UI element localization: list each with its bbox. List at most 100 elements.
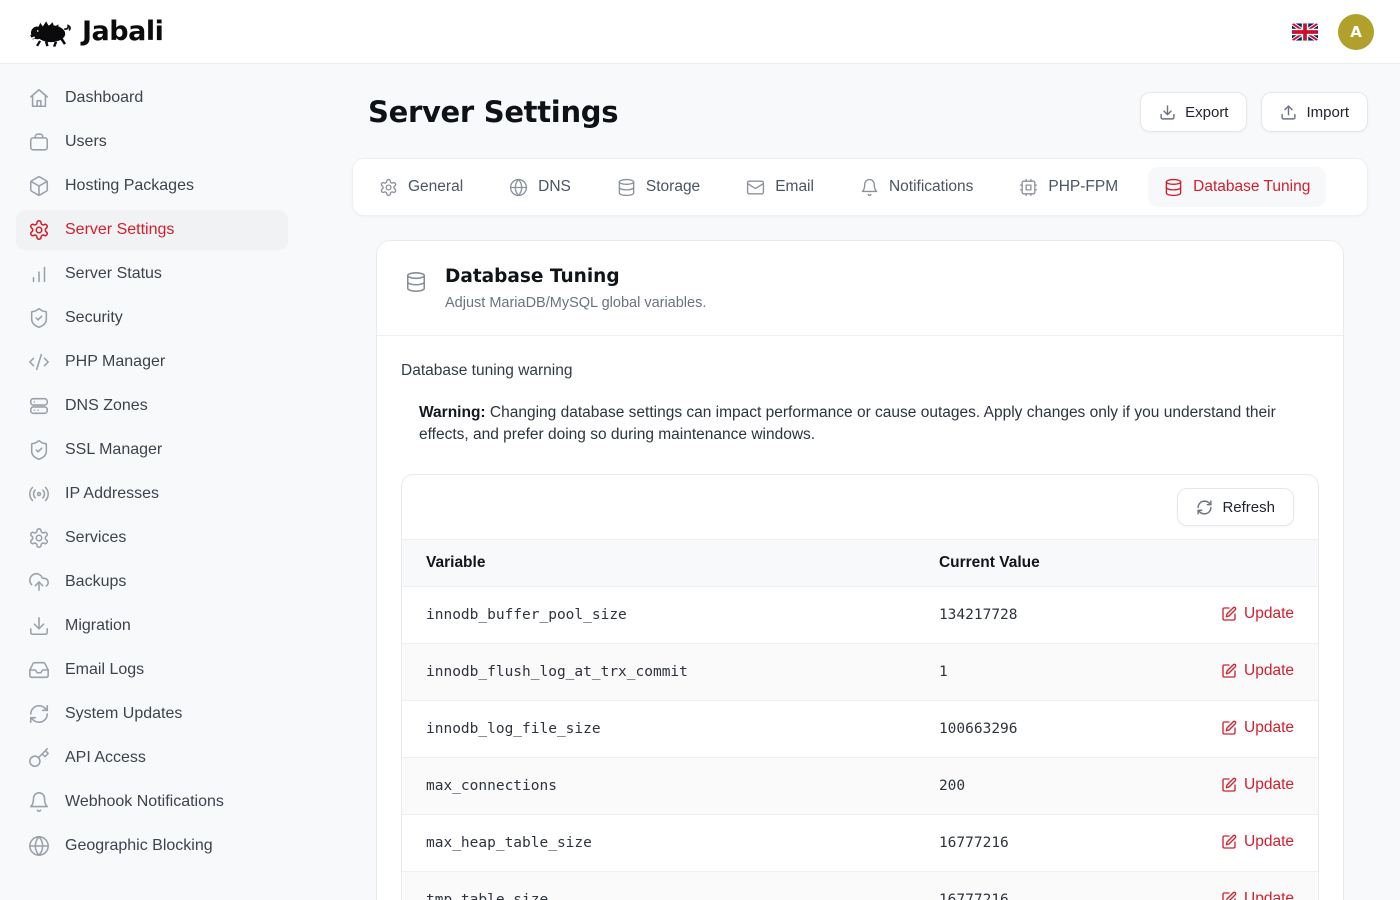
briefcase-icon <box>28 131 50 153</box>
page-title: Server Settings <box>368 95 618 129</box>
sidebar-item-php-manager[interactable]: PHP Manager <box>16 342 288 382</box>
refresh-icon <box>28 703 50 725</box>
code-icon <box>28 351 50 373</box>
current-value-cell: 200 <box>915 758 1153 815</box>
main-content: Server Settings Export Import General <box>304 64 1400 900</box>
brand-logo[interactable]: Jabali <box>28 16 163 48</box>
sidebar-item-services[interactable]: Services <box>16 518 288 558</box>
sidebar-item-dns-zones[interactable]: DNS Zones <box>16 386 288 426</box>
edit-icon <box>1221 891 1237 900</box>
variable-cell: max_heap_table_size <box>402 815 915 872</box>
table-row: innodb_buffer_pool_size 134217728 Update <box>402 587 1318 644</box>
tab-php-fpm[interactable]: PHP-FPM <box>1003 167 1134 207</box>
sidebar-nav: Dashboard Users Hosting Packages Server … <box>16 78 288 866</box>
sidebar-item-server-status[interactable]: Server Status <box>16 254 288 294</box>
table-row: tmp_table_size 16777216 Update <box>402 872 1318 900</box>
edit-icon <box>1221 606 1237 622</box>
table-row: max_connections 200 Update <box>402 758 1318 815</box>
database-tuning-panel: Database Tuning Adjust MariaDB/MySQL glo… <box>376 240 1344 900</box>
sidebar-item-ip-addresses[interactable]: IP Addresses <box>16 474 288 514</box>
export-button[interactable]: Export <box>1140 92 1247 132</box>
house-icon <box>28 87 50 109</box>
sidebar-item-hosting-packages[interactable]: Hosting Packages <box>16 166 288 206</box>
gear-icon <box>28 219 50 241</box>
edit-icon <box>1221 834 1237 850</box>
shield-check-icon <box>28 439 50 461</box>
current-value-cell: 100663296 <box>915 701 1153 758</box>
inbox-icon <box>28 659 50 681</box>
tab-storage[interactable]: Storage <box>601 167 716 207</box>
tab-database-tuning[interactable]: Database Tuning <box>1148 167 1326 207</box>
shield-check-icon <box>28 307 50 329</box>
edit-icon <box>1221 777 1237 793</box>
sidebar-item-webhook-notifications[interactable]: Webhook Notifications <box>16 782 288 822</box>
update-button[interactable]: Update <box>1221 605 1294 623</box>
sidebar-item-system-updates[interactable]: System Updates <box>16 694 288 734</box>
server-stack-icon <box>28 395 50 417</box>
variable-cell: max_connections <box>402 758 915 815</box>
tab-email[interactable]: Email <box>730 167 830 207</box>
sidebar-item-geographic-blocking[interactable]: Geographic Blocking <box>16 826 288 866</box>
variable-cell: innodb_log_file_size <box>402 701 915 758</box>
cpu-icon <box>1019 178 1038 197</box>
panel-title: Database Tuning <box>445 266 706 287</box>
sidebar-item-users[interactable]: Users <box>16 122 288 162</box>
download-tray-icon <box>28 615 50 637</box>
brand-name: Jabali <box>82 16 163 47</box>
sidebar-item-ssl-manager[interactable]: SSL Manager <box>16 430 288 470</box>
bell-icon <box>28 791 50 813</box>
current-value-cell: 16777216 <box>915 815 1153 872</box>
boar-icon <box>28 16 72 48</box>
settings-tabs: General DNS Storage Email Notifications … <box>352 158 1368 216</box>
current-value-cell: 134217728 <box>915 587 1153 644</box>
tab-notifications[interactable]: Notifications <box>844 167 989 207</box>
update-button[interactable]: Update <box>1221 662 1294 680</box>
database-icon <box>405 269 427 295</box>
sidebar-item-backups[interactable]: Backups <box>16 562 288 602</box>
refresh-icon <box>1196 499 1213 516</box>
sidebar-item-security[interactable]: Security <box>16 298 288 338</box>
update-button[interactable]: Update <box>1221 833 1294 851</box>
database-icon <box>1164 178 1183 197</box>
radio-waves-icon <box>28 483 50 505</box>
edit-icon <box>1221 720 1237 736</box>
sidebar-item-email-logs[interactable]: Email Logs <box>16 650 288 690</box>
tab-dns[interactable]: DNS <box>493 167 587 207</box>
gear-icon <box>379 178 398 197</box>
update-button[interactable]: Update <box>1221 890 1294 900</box>
table-row: max_heap_table_size 16777216 Update <box>402 815 1318 872</box>
variable-cell: tmp_table_size <box>402 872 915 900</box>
warning-heading: Database tuning warning <box>401 362 1319 380</box>
update-button[interactable]: Update <box>1221 719 1294 737</box>
package-icon <box>28 175 50 197</box>
sidebar: Dashboard Users Hosting Packages Server … <box>0 64 304 900</box>
uk-flag-icon[interactable] <box>1292 23 1318 41</box>
sidebar-item-migration[interactable]: Migration <box>16 606 288 646</box>
page-actions: Export Import <box>1140 92 1368 132</box>
column-current-value: Current Value <box>915 540 1153 587</box>
table-row: innodb_flush_log_at_trx_commit 1 Update <box>402 644 1318 701</box>
table-row: innodb_log_file_size 100663296 Update <box>402 701 1318 758</box>
mail-icon <box>746 178 765 197</box>
variable-cell: innodb_buffer_pool_size <box>402 587 915 644</box>
avatar[interactable]: A <box>1338 14 1374 50</box>
warning-label: Warning: <box>419 404 486 421</box>
current-value-cell: 1 <box>915 644 1153 701</box>
database-icon <box>617 178 636 197</box>
sidebar-item-api-access[interactable]: API Access <box>16 738 288 778</box>
variables-table-card: Refresh Variable Current Value innodb_bu… <box>401 474 1319 900</box>
update-button[interactable]: Update <box>1221 776 1294 794</box>
sidebar-item-server-settings[interactable]: Server Settings <box>16 210 288 250</box>
key-icon <box>28 747 50 769</box>
column-actions <box>1153 540 1318 587</box>
upload-icon <box>1280 104 1297 121</box>
globe-icon <box>28 835 50 857</box>
import-button[interactable]: Import <box>1261 92 1368 132</box>
warning-paragraph: Warning: Changing database settings can … <box>419 402 1319 446</box>
column-variable: Variable <box>402 540 915 587</box>
refresh-button[interactable]: Refresh <box>1177 488 1294 526</box>
tab-general[interactable]: General <box>363 167 479 207</box>
sidebar-item-dashboard[interactable]: Dashboard <box>16 78 288 118</box>
variable-cell: innodb_flush_log_at_trx_commit <box>402 644 915 701</box>
warning-text: Changing database settings can impact pe… <box>419 404 1276 443</box>
